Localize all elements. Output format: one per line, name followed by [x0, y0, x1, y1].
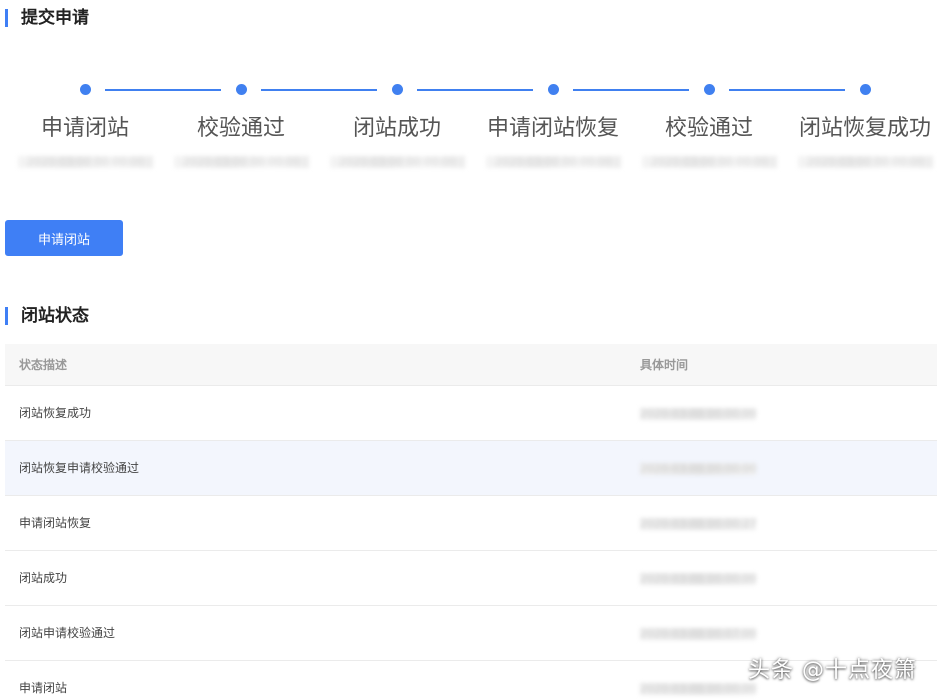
- row-description: 闭站恢复申请校验通过: [19, 461, 140, 475]
- step-time-6: 2020-03-00 00:00:00: [798, 156, 933, 168]
- row-time: 2020-03-00 00:00:00: [640, 408, 756, 420]
- page: 提交申请 申请闭站 校验通过 闭站成功 申请闭站恢复 校验通过 闭站恢复成功 2…: [0, 0, 937, 700]
- step-label-3: 闭站成功: [352, 116, 441, 141]
- row-description: 申请闭站: [19, 681, 68, 695]
- row-time: 2020-03-00 00:07:00: [640, 628, 756, 640]
- step-label-1: 申请闭站: [40, 116, 129, 141]
- row-time: 2020-03-00 00:00:27: [640, 518, 756, 530]
- row-time: 2020-03-00 00:00:00: [640, 573, 756, 585]
- step-time-4: 2020-03-00 00:00:00: [486, 156, 621, 168]
- step-connector: [417, 89, 533, 91]
- column-header-time: 具体时间: [640, 358, 689, 372]
- step-connector: [261, 89, 377, 91]
- table-header: 状态描述 具体时间: [5, 344, 937, 386]
- step-dot-3: [392, 84, 403, 95]
- step-time-3: 2020-03-00 00:00:00: [330, 156, 465, 168]
- step-time-5: 2020-03-00 00:00:00: [642, 156, 777, 168]
- table-row: 申请闭站恢复 2020-03-00 00:00:27: [5, 496, 937, 551]
- step-label-6: 闭站恢复成功: [798, 116, 931, 141]
- step-connector: [573, 89, 689, 91]
- step-label-5: 校验通过: [664, 116, 753, 141]
- table-row: 闭站成功 2020-03-00 00:00:00: [5, 551, 937, 606]
- row-description: 申请闭站恢复: [19, 516, 92, 530]
- table-row: 闭站恢复成功 2020-03-00 00:00:00: [5, 386, 937, 441]
- step-time-1: 2020-03-00 00:00:00: [18, 156, 153, 168]
- step-time-2: 2020-03-00 00:00:00: [174, 156, 309, 168]
- table-row: 闭站恢复申请校验通过 2020-03-00 00:00:00: [5, 441, 937, 496]
- step-dot-4: [548, 84, 559, 95]
- step-connector: [105, 89, 221, 91]
- row-time: 2020-03-00 00:00:00: [640, 683, 756, 695]
- submit-section-title: 提交申请: [5, 8, 89, 28]
- row-description: 闭站申请校验通过: [19, 626, 116, 640]
- status-table: 状态描述 具体时间 闭站恢复成功 2020-03-00 00:00:00 闭站恢…: [5, 344, 937, 700]
- step-label-4: 申请闭站恢复: [486, 116, 619, 141]
- row-description: 闭站成功: [19, 571, 68, 585]
- step-connector: [729, 89, 845, 91]
- watermark: 头条 @十点夜箫: [748, 658, 917, 683]
- step-dot-2: [236, 84, 247, 95]
- step-label-2: 校验通过: [196, 116, 285, 141]
- step-dot-1: [80, 84, 91, 95]
- status-section-title: 闭站状态: [5, 306, 89, 326]
- row-description: 闭站恢复成功: [19, 406, 92, 420]
- progress-steps: 申请闭站 校验通过 闭站成功 申请闭站恢复 校验通过 闭站恢复成功 2020-0…: [0, 80, 937, 180]
- row-time: 2020-03-00 00:00:00: [640, 463, 756, 475]
- column-header-description: 状态描述: [19, 358, 68, 372]
- step-dot-5: [704, 84, 715, 95]
- apply-close-station-button[interactable]: 申请闭站: [5, 220, 123, 256]
- step-dot-6: [860, 84, 871, 95]
